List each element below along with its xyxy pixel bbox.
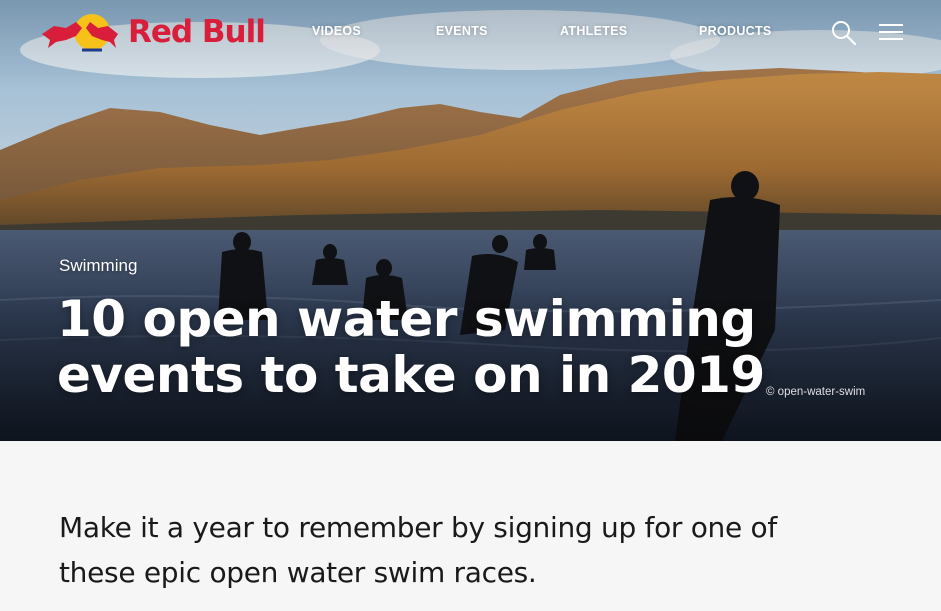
nav-item-events[interactable]: EVENTS: [436, 24, 488, 38]
main-nav: VIDEOS EVENTS ATHLETES PRODUCTS: [0, 24, 941, 44]
photo-credit: © open-water-swim: [766, 386, 866, 398]
site-header: Red Bull VIDEOS EVENTS ATHLETES PRODUCTS: [0, 0, 941, 68]
search-button[interactable]: [831, 20, 857, 46]
nav-item-products[interactable]: PRODUCTS: [699, 24, 772, 38]
nav-item-videos[interactable]: VIDEOS: [312, 24, 361, 38]
article-intro: Make it a year to remember by signing up…: [59, 511, 777, 589]
hero-banner: Red Bull VIDEOS EVENTS ATHLETES PRODUCTS…: [0, 0, 941, 441]
nav-item-athletes[interactable]: ATHLETES: [560, 24, 627, 38]
page-title: 10 open water swimming events to take on…: [57, 290, 765, 404]
category-label[interactable]: Swimming: [59, 256, 137, 276]
menu-button[interactable]: [879, 22, 903, 42]
search-icon: [832, 21, 857, 46]
hamburger-menu-icon: [879, 24, 903, 40]
